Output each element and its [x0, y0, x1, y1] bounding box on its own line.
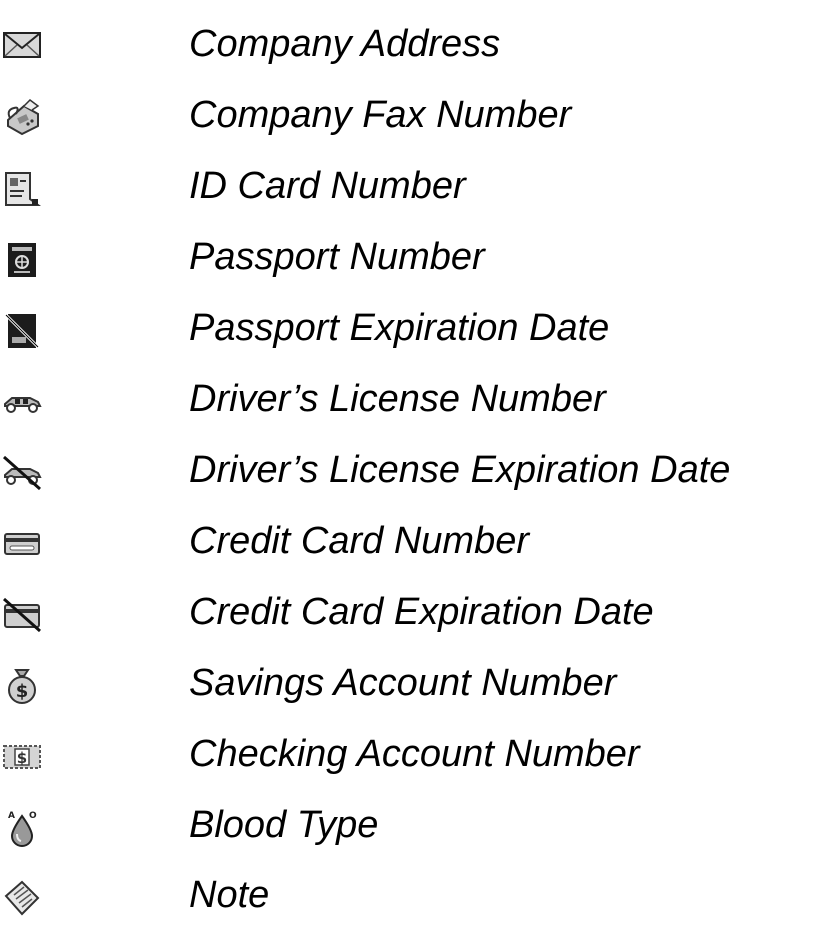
list-item: Passport Expiration Date: [0, 301, 821, 361]
list-item-label: Checking Account Number: [189, 733, 640, 775]
blood-drop-icon: AO: [2, 808, 42, 848]
svg-text:$: $: [17, 749, 27, 767]
fax-machine-icon: [2, 98, 42, 138]
list-item: Driver’s License Expiration Date: [0, 443, 821, 503]
car-expired-icon: [2, 453, 42, 493]
list-item-label: Savings Account Number: [189, 662, 617, 704]
list-item: $ Savings Account Number: [0, 656, 821, 716]
list-item: Credit Card Expiration Date: [0, 585, 821, 645]
list-item-label: Driver’s License Number: [189, 378, 606, 420]
list-item-label: Blood Type: [189, 804, 379, 846]
svg-text:O: O: [29, 811, 37, 821]
list-item: $ Checking Account Number: [0, 727, 821, 787]
note-icon: [2, 878, 42, 918]
list-item: Driver’s License Number: [0, 372, 821, 432]
list-item-label: Company Fax Number: [189, 94, 572, 136]
list-item-label: Credit Card Expiration Date: [189, 591, 654, 633]
passport-expired-icon: [2, 311, 42, 351]
envelope-icon: [2, 27, 42, 67]
id-card-icon: [2, 169, 42, 209]
passport-icon: [2, 240, 42, 280]
credit-card-expired-icon: [2, 595, 42, 635]
list-item: Company Address: [0, 17, 821, 77]
list-item-label: ID Card Number: [189, 165, 466, 207]
svg-text:A: A: [8, 811, 15, 821]
list-item: Passport Number: [0, 230, 821, 290]
car-icon: [2, 382, 42, 422]
list-item: AO Blood Type: [0, 798, 821, 858]
list-item-label: Driver’s License Expiration Date: [189, 449, 731, 491]
svg-text:$: $: [16, 681, 29, 702]
money-bag-icon: $: [2, 666, 42, 706]
list-item-label: Company Address: [189, 23, 501, 65]
list-item: Note: [0, 868, 821, 928]
check-icon: $: [2, 737, 42, 777]
field-type-legend: Company Address Company Fax Number ID Ca…: [0, 0, 821, 930]
list-item-label: Credit Card Number: [189, 520, 529, 562]
list-item-label: Passport Expiration Date: [189, 307, 610, 349]
list-item-label: Passport Number: [189, 236, 485, 278]
list-item: ID Card Number: [0, 159, 821, 219]
list-item: Company Fax Number: [0, 88, 821, 148]
list-item-label: Note: [189, 874, 270, 916]
list-item: Credit Card Number: [0, 514, 821, 574]
credit-card-icon: [2, 524, 42, 564]
